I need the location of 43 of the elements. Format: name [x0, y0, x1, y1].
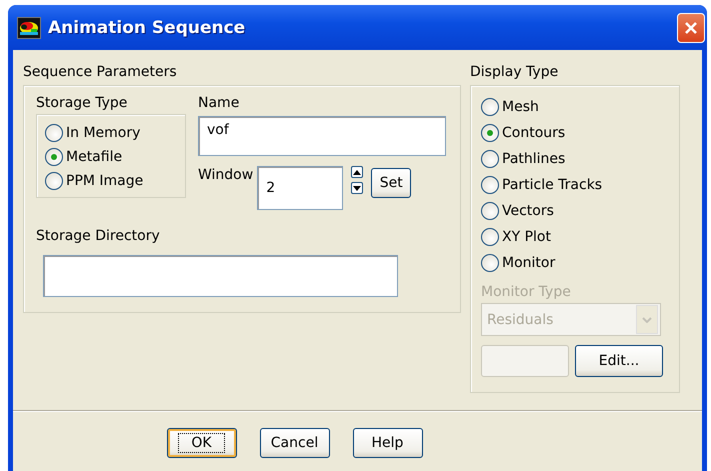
dialog-button[interactable]: Cancel — [260, 428, 330, 458]
storage-directory-field[interactable] — [43, 255, 398, 297]
field-label: Monitor Type — [481, 283, 572, 301]
radio-option[interactable]: Monitor — [481, 250, 679, 276]
radio-button[interactable] — [481, 150, 499, 168]
radio-option[interactable]: In Memory — [45, 121, 185, 145]
app-icon — [17, 16, 41, 38]
radio-option[interactable]: XY Plot — [481, 224, 679, 250]
radio-option[interactable]: Vectors — [481, 198, 679, 224]
radio-button[interactable] — [45, 148, 63, 166]
window-title: Animation Sequence — [48, 18, 246, 38]
field-label: Name — [198, 94, 240, 112]
radio-option[interactable]: Contours — [481, 120, 679, 146]
radio-button[interactable] — [481, 98, 499, 116]
set-button[interactable]: Set — [371, 168, 412, 198]
down-arrow-icon — [353, 186, 362, 190]
radio-option[interactable]: Particle Tracks — [481, 172, 679, 198]
field-label: Storage Directory — [36, 227, 161, 245]
group-title: Display Type — [470, 63, 560, 81]
radio-option[interactable]: Metafile — [45, 145, 185, 169]
group-title: Sequence Parameters — [23, 63, 178, 81]
dialog-button[interactable]: Help — [352, 428, 422, 458]
radio-button[interactable] — [45, 172, 63, 190]
dialog-button[interactable]: OK — [166, 428, 236, 458]
window-field[interactable]: 2 — [257, 166, 344, 210]
close-icon — [684, 20, 698, 34]
edit-button[interactable]: Edit... — [575, 345, 663, 377]
spin-down-button[interactable] — [351, 182, 364, 194]
radio-button[interactable] — [481, 202, 499, 220]
radio-button[interactable] — [45, 124, 63, 142]
spin-up-button[interactable] — [351, 166, 364, 178]
field-label: Window — [198, 166, 254, 184]
radio-option[interactable]: Mesh — [481, 94, 679, 120]
radio-button[interactable] — [481, 228, 499, 246]
name-field[interactable]: vof — [198, 116, 446, 156]
close-button[interactable] — [677, 12, 705, 42]
group-title: Storage Type — [36, 94, 128, 112]
radio-option[interactable]: Pathlines — [481, 146, 679, 172]
radio-option[interactable]: PPM Image — [45, 169, 185, 193]
radio-button[interactable] — [481, 124, 499, 142]
radio-button[interactable] — [481, 254, 499, 272]
up-arrow-icon — [353, 170, 362, 174]
radio-button[interactable] — [481, 176, 499, 194]
